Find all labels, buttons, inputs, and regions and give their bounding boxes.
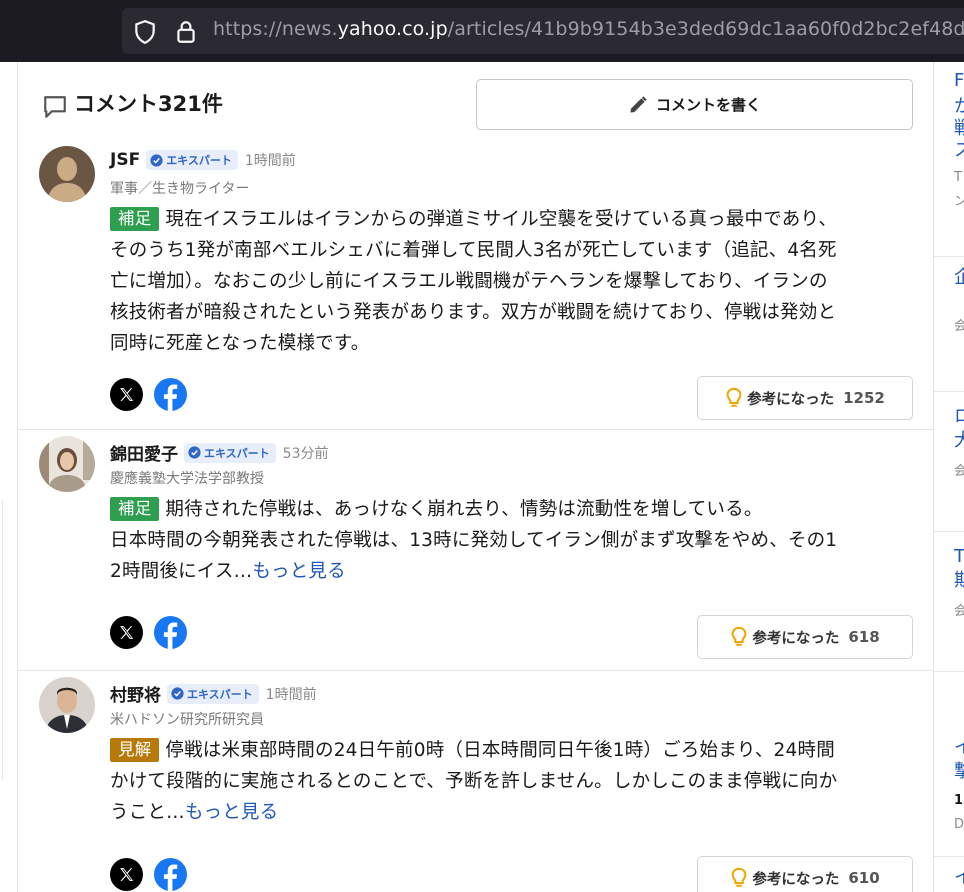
expert-badge: エキスパート — [146, 150, 238, 170]
comment-count-title: コメント321件 — [74, 92, 223, 116]
comment-body: 補足 期待された停戦は、あっけなく崩れ去り、情勢は流動性を増している。 日本時間の… — [110, 497, 838, 582]
avatar[interactable] — [39, 146, 95, 202]
author-row: 錦田愛子 エキスパート 53分前 — [110, 440, 329, 465]
comment-item: 村野将 エキスパート 1時間前 米ハドソン研究所研究員 見解 停戦は米東部時間の2… — [18, 671, 933, 892]
sidebar-article[interactable]: T 期 会 — [934, 532, 964, 672]
comment-body: 見解 停戦は米東部時間の24日午前0時（日本時間同日午後1時）ごろ始まり、24時間… — [110, 738, 838, 823]
verified-icon — [171, 687, 184, 700]
helpful-button[interactable]: 参考になった 610 — [697, 856, 913, 892]
x-share-button[interactable] — [110, 616, 143, 649]
bulb-icon — [731, 867, 747, 887]
avatar[interactable] — [39, 436, 95, 492]
browser-toolbar: https://news.yahoo.co.jp/articles/41b9b9… — [0, 0, 964, 62]
author-name[interactable]: JSF — [110, 150, 140, 170]
author-role: 米ハドソン研究所研究員 — [110, 712, 264, 728]
comments-panel: コメント321件 コメントを書く JSF エキスパート 1時間前 軍事／生き物ラ… — [17, 62, 934, 892]
comment-type-tag: 補足 — [110, 497, 160, 521]
facebook-icon[interactable] — [154, 378, 187, 411]
x-icon — [120, 388, 134, 401]
avatar[interactable] — [39, 677, 95, 733]
x-share-button[interactable] — [110, 858, 143, 891]
author-role: 慶應義塾大学法学部教授 — [110, 471, 264, 487]
portrait-avatar-image — [39, 436, 95, 492]
sidebar-article[interactable]: イ — [934, 857, 964, 892]
portrait-avatar-image — [39, 677, 95, 733]
post-time: 53分前 — [282, 445, 329, 462]
see-more-link[interactable]: もっと見る — [185, 802, 279, 823]
author-name[interactable]: 錦田愛子 — [110, 440, 178, 465]
author-name[interactable]: 村野将 — [110, 681, 161, 706]
bulb-icon — [731, 626, 747, 646]
sidebar-article[interactable]: イ 撃 1 D — [934, 717, 964, 857]
post-time: 1時間前 — [244, 153, 296, 169]
write-comment-button[interactable]: コメントを書く — [476, 79, 913, 130]
comment-item: 錦田愛子 エキスパート 53分前 慶應義塾大学法学部教授 補足 期待された停戦は、… — [18, 430, 933, 671]
comment-icon — [44, 96, 66, 118]
post-time: 1時間前 — [265, 686, 317, 703]
left-gutter-divider — [0, 500, 3, 780]
author-role: 軍事／生き物ライター — [110, 181, 250, 197]
helpful-button[interactable]: 参考になった 618 — [697, 615, 913, 659]
helpful-count: 1252 — [843, 389, 885, 407]
shield-icon[interactable] — [132, 19, 158, 45]
helpful-count: 610 — [848, 869, 880, 887]
helpful-button[interactable]: 参考になった 1252 — [697, 376, 913, 420]
x-icon — [120, 626, 134, 639]
sidebar-article[interactable]: 企 会 — [934, 257, 964, 392]
pencil-icon — [630, 95, 647, 112]
sidebar-article[interactable]: ロ 大 会 — [934, 392, 964, 532]
silhouette-avatar-image — [39, 146, 95, 202]
verified-icon — [150, 153, 163, 167]
expert-badge: エキスパート — [167, 683, 259, 704]
see-more-link[interactable]: もっと見る — [252, 561, 346, 582]
share-buttons — [110, 858, 190, 892]
facebook-icon[interactable] — [154, 858, 187, 891]
x-icon — [120, 868, 134, 881]
author-row: 村野将 エキスパート 1時間前 — [110, 681, 317, 706]
facebook-icon[interactable] — [154, 616, 187, 649]
author-row: JSF エキスパート 1時間前 — [110, 150, 296, 170]
comment-type-tag: 見解 — [110, 738, 160, 762]
verified-icon — [188, 446, 201, 459]
write-comment-label: コメントを書く — [655, 96, 761, 114]
sidebar-article[interactable]: F か 戦 ス T ン — [934, 62, 964, 257]
share-buttons — [110, 616, 190, 650]
comments-header: コメント321件 コメントを書く — [18, 62, 933, 140]
bulb-icon — [726, 387, 742, 407]
url-text[interactable]: https://news.yahoo.co.jp/articles/41b9b9… — [213, 18, 964, 40]
related-articles-sidebar: F か 戦 ス T ン 企 会 ロ 大 会 T 期 会 イ 撃 1 D イ — [934, 62, 964, 892]
comment-type-tag: 補足 — [110, 207, 160, 231]
comment-body: 補足 現在イスラエルはイランからの弾道ミサイル空襲を受けている真っ最中であり、 そ… — [110, 207, 838, 354]
helpful-count: 618 — [848, 628, 880, 646]
share-buttons — [110, 378, 190, 412]
expert-badge: エキスパート — [184, 442, 276, 463]
comment-item: JSF エキスパート 1時間前 軍事／生き物ライター 補足 現在イスラエルはイラン… — [18, 140, 933, 430]
x-share-button[interactable] — [110, 378, 143, 411]
lock-icon[interactable] — [173, 19, 199, 45]
